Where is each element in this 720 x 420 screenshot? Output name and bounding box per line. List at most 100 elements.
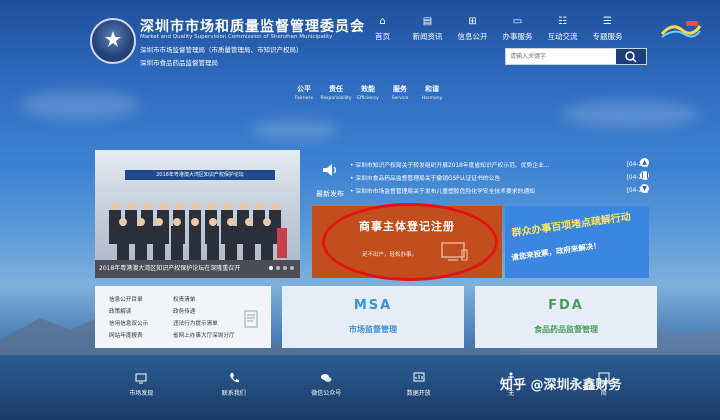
home-icon: ⌂ <box>379 16 386 27</box>
data-icon <box>413 372 425 382</box>
value-cn: 效能 <box>361 85 375 93</box>
nav-interaction[interactable]: ☷ 互动交流 <box>540 16 585 42</box>
slider-dot[interactable] <box>283 266 287 270</box>
fda-logo: FDA <box>548 298 584 313</box>
msa-card[interactable]: MSA 市场监督管理 <box>282 286 464 348</box>
link-gov-transfer[interactable]: 政务传递 <box>173 307 195 315</box>
slider-dot[interactable] <box>276 266 280 270</box>
campaign-subline: 请您来投票，政府来解决！ <box>510 240 602 263</box>
org-english-title: Market and Quality Supervision Commissio… <box>140 34 333 40</box>
value-item: 和谐 Harmony <box>416 84 448 101</box>
core-values: 公平 Fairness 责任 Responsibility 效能 Efficie… <box>288 84 448 101</box>
chevron-down-icon[interactable]: ▼ <box>640 184 649 193</box>
main-nav: ⌂ 首页 ▤ 新闻资讯 ⊞ 信息公开 ▭ 办事服务 ☷ 互动交流 ☰ 专题服务 <box>360 16 630 42</box>
news-pager: ▲ ❙❙ ▼ <box>640 158 650 197</box>
news-item[interactable]: • 深圳市食品药品监督管理局关于撤销GSP认证证书的公告 [04-26] <box>350 171 648 184</box>
nav-home[interactable]: ⌂ 首页 <box>360 16 405 42</box>
news-item[interactable]: • 深圳市市场监督管理局关于发布儿童塑胶危险化学安全技术要求的通知 [04-26… <box>350 184 648 197</box>
value-en: Efficiency <box>357 96 379 101</box>
value-cn: 服务 <box>393 85 407 93</box>
slider-dot[interactable] <box>290 266 294 270</box>
link-power-list[interactable]: 权责清单 <box>173 295 195 303</box>
footer-label: 联系我们 <box>221 390 246 397</box>
news-tab-label: 最新发布 <box>316 190 344 198</box>
nav-label: 互动交流 <box>547 32 578 41</box>
link-info-catalog[interactable]: 信息公开目录 <box>109 295 143 303</box>
agency-emblem <box>90 18 136 64</box>
nav-label: 专题服务 <box>592 32 623 41</box>
slider-photo: 2018年粤港澳大湾区知识产权保护论坛 <box>95 150 300 260</box>
nav-topics[interactable]: ☰ 专题服务 <box>585 16 630 42</box>
slider-dot[interactable] <box>269 266 273 270</box>
value-en: Service <box>391 96 409 101</box>
highlight-circle <box>322 203 498 281</box>
document-icon <box>244 310 258 328</box>
pause-icon[interactable]: ❙❙ <box>640 171 650 180</box>
link-online-hall[interactable]: 省网上办事大厅深圳分厅 <box>173 331 235 339</box>
campaign-banner[interactable]: 群众办事百项堵点疏解行动 请您来投票，政府来解决！ <box>505 206 649 278</box>
photo-slider[interactable]: 2018年粤港澳大湾区知识产权保护论坛 2018年粤港澳大湾区知识产权保护论坛在… <box>95 150 300 278</box>
org-subtitle-2: 深圳市食品药品监督管理局 <box>140 59 218 67</box>
value-en: Responsibility <box>320 96 352 101</box>
slider-stage-banner: 2018年粤港澳大湾区知识产权保护论坛 <box>125 170 275 180</box>
news-list: • 深圳市知识产权局关于转发组织开展2018年度省知识产权示范、优势企业... … <box>350 158 648 197</box>
search-box <box>505 48 647 65</box>
footer-contact[interactable]: 联系我们 <box>188 368 281 404</box>
footer-market-discovery[interactable]: 市场发现 <box>95 368 188 404</box>
nav-label: 信息公开 <box>457 32 488 41</box>
value-cn: 公平 <box>297 85 311 93</box>
cloud <box>250 120 340 140</box>
nav-news[interactable]: ▤ 新闻资讯 <box>405 16 450 42</box>
footer-label: 数据开放 <box>406 390 431 397</box>
link-credit[interactable]: 信用信息双公示 <box>109 319 148 327</box>
value-item: 公平 Fairness <box>288 84 320 101</box>
link-annual-report[interactable]: 网站年度报表 <box>109 331 143 339</box>
news-title: • 深圳市市场监督管理局关于发布儿童塑胶危险化学安全技术要求的通知 <box>350 189 535 195</box>
service-icon: ▭ <box>512 16 523 27</box>
value-item: 服务 Service <box>384 84 416 101</box>
link-violations[interactable]: 违法行为提示清单 <box>173 319 218 327</box>
footer-label: 市场发现 <box>129 390 154 397</box>
campaign-headline: 群众办事百项堵点疏解行动 <box>511 211 632 240</box>
chevron-up-icon[interactable]: ▲ <box>640 158 649 167</box>
chat-icon: ☷ <box>558 16 567 27</box>
phone-icon <box>229 373 239 383</box>
news-title: • 深圳市知识产权局关于转发组织开展2018年度省知识产权示范、优势企业... <box>350 163 550 169</box>
nav-label: 首页 <box>375 32 390 41</box>
link-policy[interactable]: 政策解读 <box>109 307 131 315</box>
news-item[interactable]: • 深圳市知识产权局关于转发组织开展2018年度省知识产权示范、优势企业... … <box>350 158 648 171</box>
value-cn: 责任 <box>329 85 343 93</box>
campaign-logo[interactable] <box>660 18 702 40</box>
info-icon: ⊞ <box>468 16 477 27</box>
search-input[interactable] <box>506 49 616 64</box>
slider-dots <box>269 266 294 270</box>
org-subtitle: 深圳市市场监督管理局（市质量管理局、市知识产权局） <box>140 46 303 54</box>
fda-card[interactable]: FDA 食品药品监督管理 <box>475 286 657 348</box>
fda-label: 食品药品监督管理 <box>534 325 598 334</box>
msa-logo: MSA <box>353 298 393 313</box>
nav-info[interactable]: ⊞ 信息公开 <box>450 16 495 42</box>
speaker-icon <box>323 164 337 176</box>
tv-icon <box>135 373 147 384</box>
news-tab[interactable]: 最新发布 <box>312 163 348 199</box>
site-header: 深圳市市场和质量监督管理委员会 Market and Quality Super… <box>0 0 720 110</box>
watermark: 知乎 @深圳永鑫财务 <box>500 378 622 393</box>
org-title: 深圳市市场和质量监督管理委员会 <box>140 19 365 35</box>
group-photo <box>109 202 287 260</box>
footer-wechat[interactable]: 微信公众号 <box>280 368 373 404</box>
nav-service[interactable]: ▭ 办事服务 <box>495 16 540 42</box>
msa-label: 市场监督管理 <box>349 325 397 334</box>
search-icon <box>625 51 637 63</box>
value-item: 效能 Efficiency <box>352 84 384 101</box>
topic-icon: ☰ <box>603 16 612 27</box>
footer-label: 微信公众号 <box>311 390 342 397</box>
search-button[interactable] <box>616 49 646 64</box>
wechat-icon <box>321 374 332 382</box>
value-cn: 和谐 <box>425 85 439 93</box>
nav-label: 新闻资讯 <box>412 32 443 41</box>
nav-label: 办事服务 <box>502 32 533 41</box>
news-icon: ▤ <box>422 16 433 27</box>
quick-links-panel: 信息公开目录 权责清单 政策解读 政务传递 信用信息双公示 违法行为提示清单 网… <box>95 286 271 348</box>
footer-open-data[interactable]: 数据开放 <box>373 368 466 404</box>
value-en: Fairness <box>294 96 314 101</box>
